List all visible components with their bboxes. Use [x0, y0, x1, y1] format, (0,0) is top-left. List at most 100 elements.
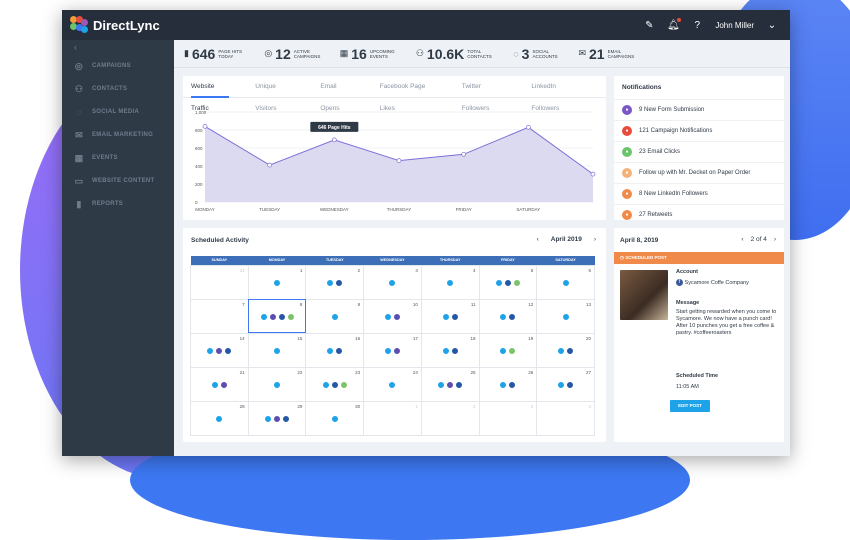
event-dot[interactable] [264, 414, 273, 423]
event-dot[interactable] [224, 346, 233, 355]
calendar-day[interactable]: 24 [363, 366, 422, 402]
event-dot[interactable] [566, 346, 575, 355]
event-dot[interactable] [335, 346, 344, 355]
event-dot[interactable] [268, 312, 277, 321]
calendar-day[interactable]: 20 [536, 332, 595, 368]
event-dot[interactable] [392, 312, 401, 321]
data-point[interactable] [267, 162, 273, 168]
calendar-day[interactable]: 4 [420, 264, 480, 300]
event-dot[interactable] [446, 278, 455, 287]
event-dot[interactable] [273, 346, 282, 355]
collapse-icon[interactable]: ‹ [62, 40, 174, 54]
event-dot[interactable] [383, 346, 392, 355]
notification-item[interactable]: ● 121 Campaign Notifications [614, 120, 784, 141]
event-dot[interactable] [277, 312, 286, 321]
calendar-day[interactable]: 1 [247, 264, 307, 300]
event-dot[interactable] [392, 346, 401, 355]
event-dot[interactable] [273, 278, 282, 287]
calendar-day[interactable]: 12 [478, 298, 538, 334]
chevron-down-icon[interactable]: ⌄ [766, 19, 778, 31]
calendar-day[interactable]: 18 [420, 332, 480, 368]
calendar-day[interactable]: 10 [363, 298, 422, 334]
data-point[interactable] [202, 124, 208, 129]
calendar-day[interactable]: 7 [190, 298, 249, 334]
event-dot[interactable] [282, 414, 291, 423]
tab-website-traffic[interactable]: Website Traffic [191, 76, 230, 112]
prev-month-button[interactable]: ‹ [537, 236, 539, 243]
event-dot[interactable] [561, 312, 570, 321]
event-dot[interactable] [450, 346, 459, 355]
event-dot[interactable] [330, 312, 339, 321]
edit-post-button[interactable]: EDIT POST [670, 400, 710, 412]
event-dot[interactable] [330, 380, 339, 389]
notification-item[interactable]: ● Follow up with Mr. Decket on Paper Orde… [614, 162, 784, 183]
tab-email-opens[interactable]: Email Opens [320, 76, 353, 112]
tab-linkedin-followers[interactable]: LinkedIn Followers [531, 76, 580, 112]
event-dot[interactable] [561, 278, 570, 287]
event-dot[interactable] [215, 414, 224, 423]
event-dot[interactable] [259, 312, 268, 321]
event-dot[interactable] [383, 312, 392, 321]
event-dot[interactable] [566, 380, 575, 389]
calendar-day[interactable]: 13 [536, 298, 595, 334]
brand-logo[interactable]: DirectLync [70, 16, 160, 34]
event-dot[interactable] [503, 278, 512, 287]
event-dot[interactable] [273, 414, 282, 423]
data-point[interactable] [461, 151, 467, 157]
calendar-day[interactable]: 26 [478, 366, 538, 402]
event-dot[interactable] [450, 312, 459, 321]
calendar-day[interactable]: 8 [247, 298, 307, 334]
sidebar-item-website-content[interactable]: ▭ WEBSITE CONTENT [62, 169, 174, 192]
calendar-day[interactable]: 9 [305, 298, 365, 334]
event-dot[interactable] [206, 346, 215, 355]
event-dot[interactable] [499, 312, 508, 321]
event-dot[interactable] [499, 346, 508, 355]
calendar-day[interactable]: 23 [305, 366, 365, 402]
event-dot[interactable] [494, 278, 503, 287]
event-dot[interactable] [286, 312, 295, 321]
calendar-day[interactable]: 28 [190, 400, 249, 436]
notification-item[interactable]: ● 27 Retweets [614, 204, 784, 225]
event-dot[interactable] [273, 380, 282, 389]
event-dot[interactable] [210, 380, 219, 389]
prev-post-button[interactable]: ‹ [741, 236, 743, 243]
notification-item[interactable]: ● 23 Email Clicks [614, 141, 784, 162]
sidebar-item-social-media[interactable]: ◌ SOCIAL MEDIA [62, 100, 174, 123]
calendar-day[interactable]: 1 [363, 400, 422, 436]
sidebar-item-reports[interactable]: ▮ REPORTS [62, 192, 174, 215]
event-dot[interactable] [339, 380, 348, 389]
calendar-day[interactable]: 22 [247, 366, 307, 402]
calendar-day[interactable]: 29 [247, 400, 307, 436]
calendar-day[interactable]: 4 [536, 400, 595, 436]
calendar-day[interactable]: 2 [420, 400, 480, 436]
calendar-day[interactable]: 31 [190, 264, 249, 300]
calendar-day[interactable]: 27 [536, 366, 595, 402]
event-dot[interactable] [326, 278, 335, 287]
calendar-day[interactable]: 5 [478, 264, 538, 300]
calendar-day[interactable]: 15 [247, 332, 307, 368]
calendar-day[interactable]: 17 [363, 332, 422, 368]
event-dot[interactable] [446, 380, 455, 389]
event-dot[interactable] [557, 346, 566, 355]
help-icon[interactable]: ? [691, 19, 703, 31]
calendar-day[interactable]: 3 [363, 264, 422, 300]
calendar-day[interactable]: 30 [305, 400, 365, 436]
event-dot[interactable] [455, 380, 464, 389]
calendar-day[interactable]: 3 [478, 400, 538, 436]
event-dot[interactable] [499, 380, 508, 389]
notification-item[interactable]: ● 9 New Form Submission [614, 99, 784, 120]
event-dot[interactable] [512, 278, 521, 287]
event-dot[interactable] [335, 278, 344, 287]
event-dot[interactable] [388, 278, 397, 287]
calendar-day[interactable]: 19 [478, 332, 538, 368]
sidebar-item-contacts[interactable]: ⚇ CONTACTS [62, 77, 174, 100]
tab-unique-visitors[interactable]: Unique Visitors [255, 76, 294, 112]
event-dot[interactable] [321, 380, 330, 389]
calendar-day[interactable]: 21 [190, 366, 249, 402]
data-point[interactable] [525, 124, 531, 130]
notification-item[interactable]: ● 8 New LinkedIn Followers [614, 183, 784, 204]
calendar-day[interactable]: 2 [305, 264, 365, 300]
event-dot[interactable] [508, 380, 517, 389]
event-dot[interactable] [219, 380, 228, 389]
calendar-day[interactable]: 11 [420, 298, 480, 334]
